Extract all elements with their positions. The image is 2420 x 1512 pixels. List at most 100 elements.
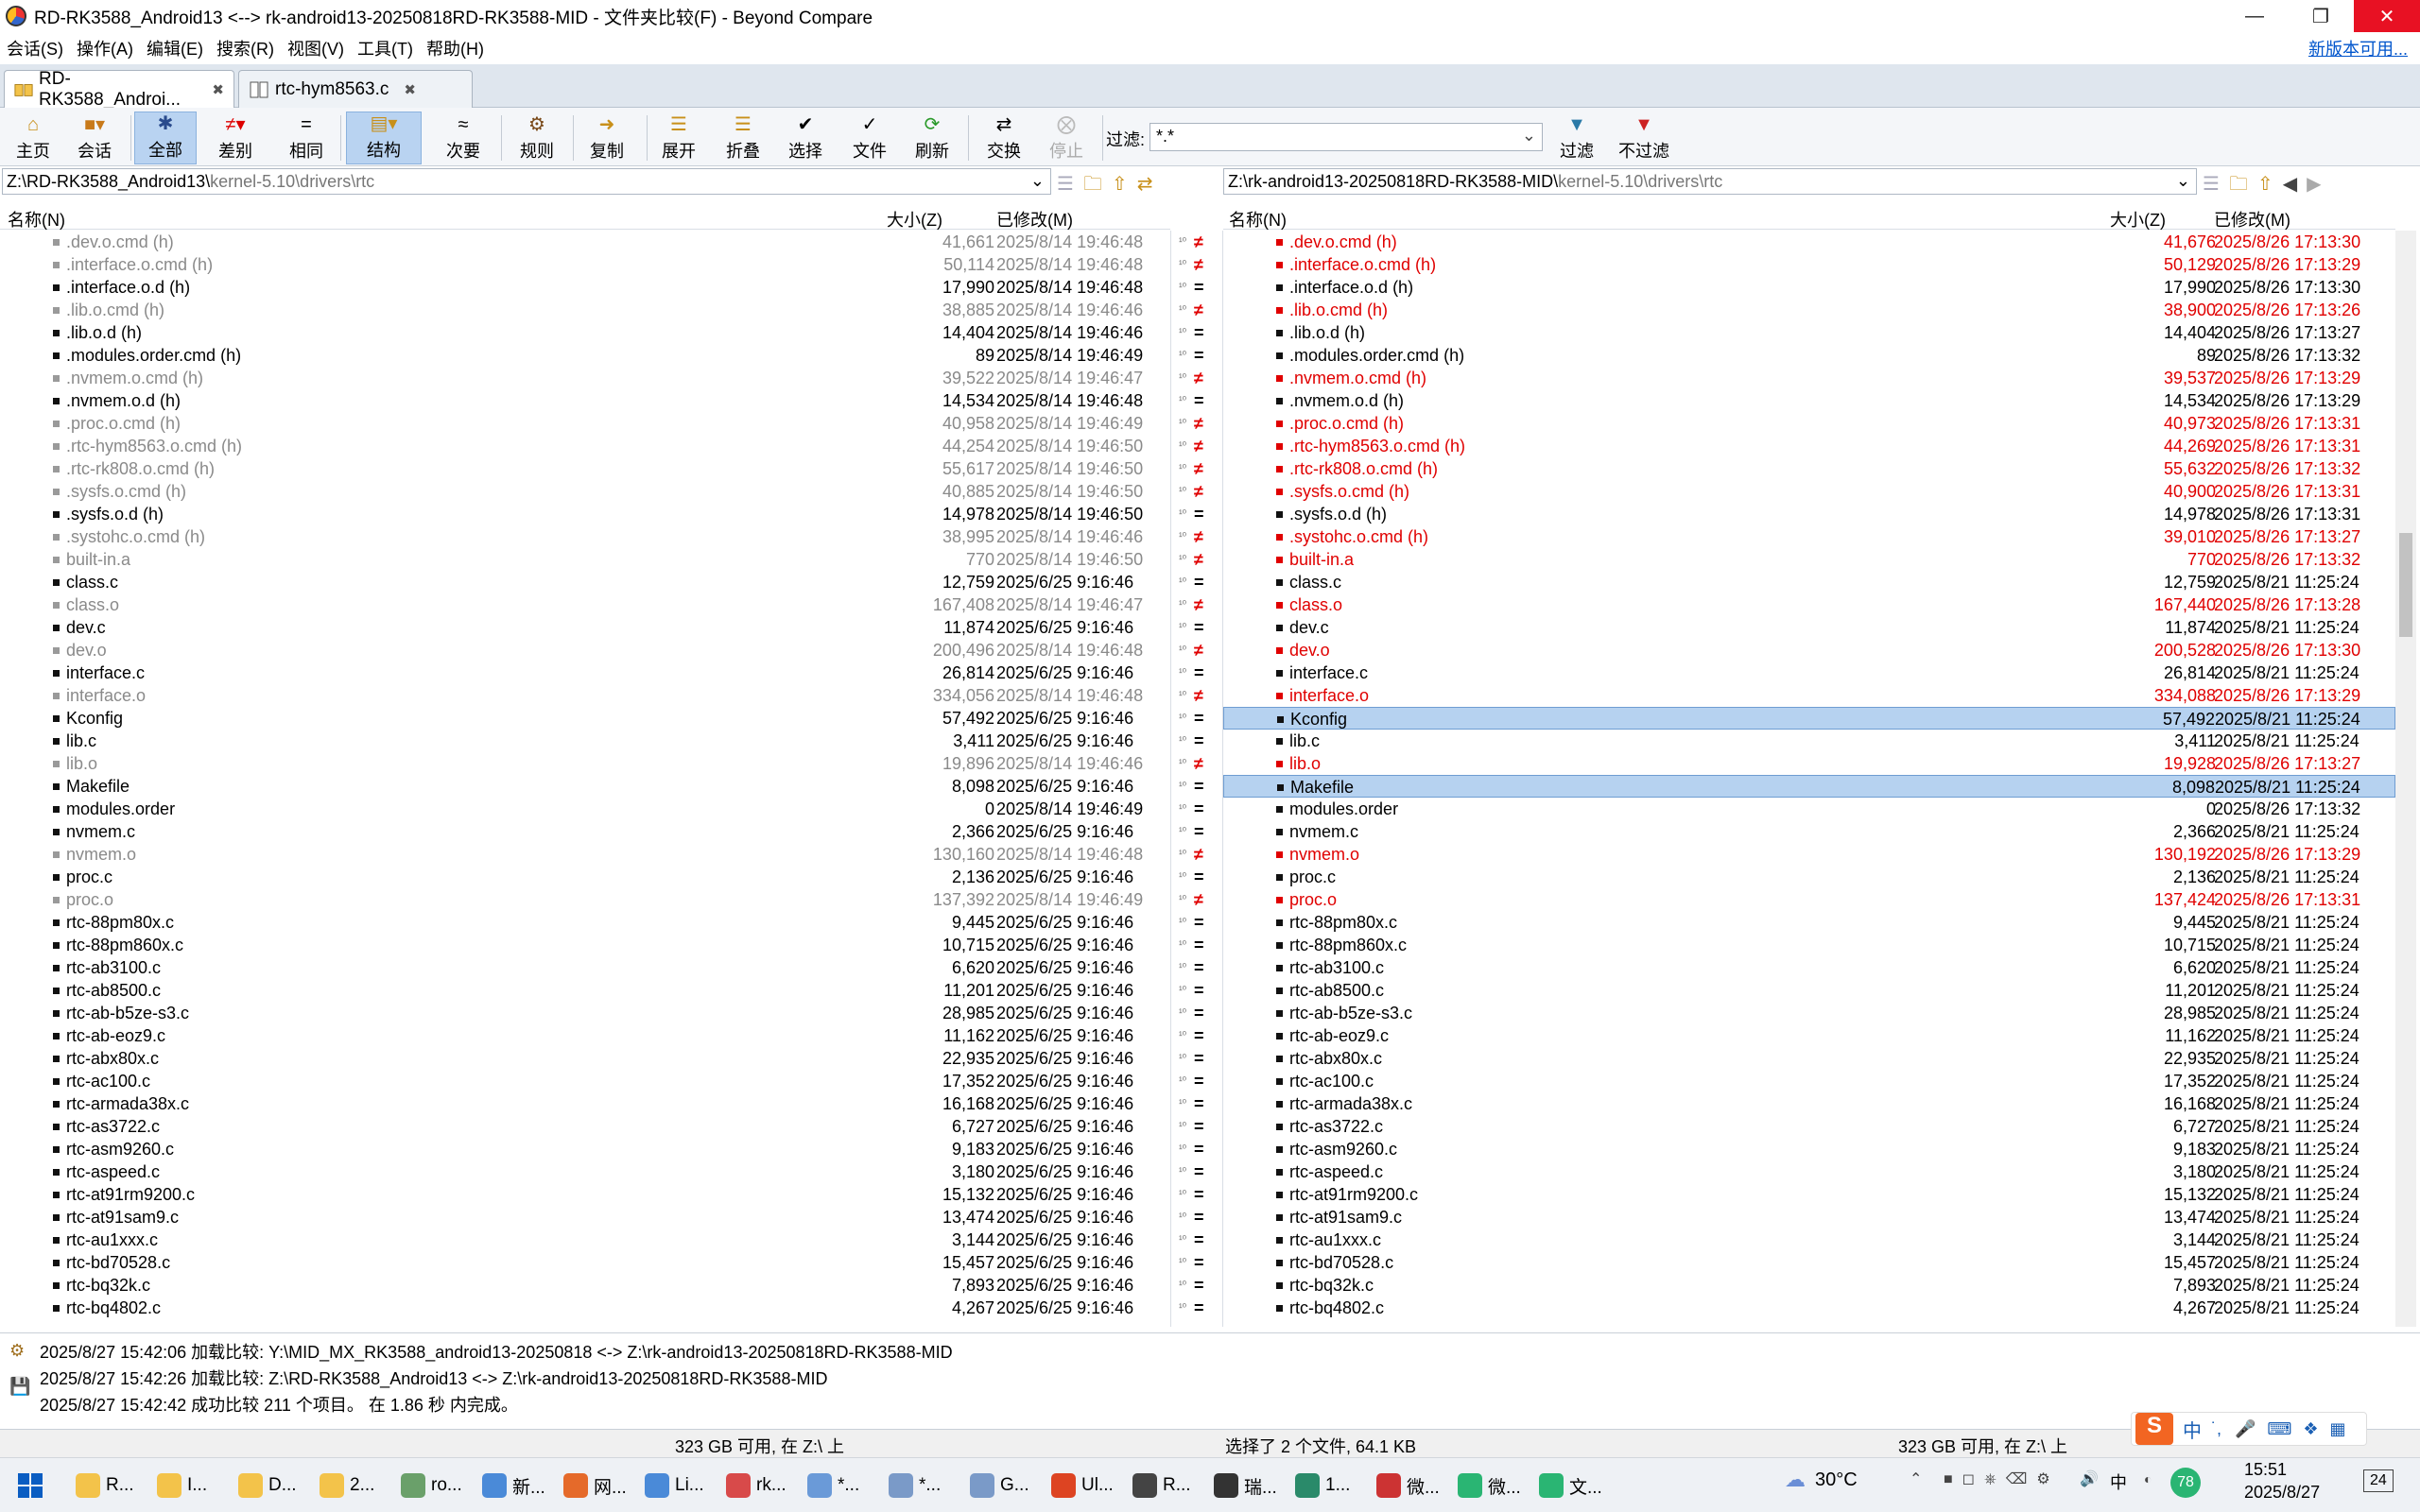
taskbar-app[interactable]: 文... <box>1539 1469 1602 1502</box>
tray-sogou-icon[interactable]: ◐ <box>2144 1471 2152 1486</box>
open-folder-icon[interactable]: 🗀 <box>1083 174 1112 195</box>
file-row[interactable]: rtc-ab8500.c 11,201 2025/8/21 11:25:24 <box>1223 979 2395 1002</box>
ime-toolbar[interactable]: S 中 ˙, 🎤 ⌨ ❖ ▦ <box>2131 1412 2367 1446</box>
file-row[interactable]: proc.c 2,136 2025/8/21 11:25:24 <box>1223 866 2395 888</box>
file-row[interactable]: rtc-88pm860x.c 10,715 2025/6/25 9:16:46 <box>0 934 1170 956</box>
file-row[interactable]: class.c 12,759 2025/6/25 9:16:46 <box>0 571 1170 593</box>
file-row[interactable]: .rtc-rk808.o.cmd (h) 55,617 2025/8/14 19:4… <box>0 457 1170 480</box>
file-row[interactable]: .interface.o.cmd (h) 50,114 2025/8/14 19:4… <box>0 253 1170 276</box>
file-row[interactable]: dev.c 11,874 2025/8/21 11:25:24 <box>1223 616 2395 639</box>
file-row[interactable]: rtc-asm9260.c 9,183 2025/6/25 9:16:46 <box>0 1138 1170 1160</box>
file-row[interactable]: rtc-at91rm9200.c 15,132 2025/8/21 11:25:24 <box>1223 1183 2395 1206</box>
tray-chevron-icon[interactable]: ⌃ <box>1910 1469 1922 1488</box>
file-row[interactable]: rtc-abx80x.c 22,935 2025/6/25 9:16:46 <box>0 1047 1170 1070</box>
col-modified[interactable]: 已修改(M) <box>2214 207 2290 232</box>
file-row[interactable]: interface.o 334,056 2025/8/14 19:46:48 <box>0 684 1170 707</box>
file-row[interactable]: rtc-ab-eoz9.c 11,162 2025/6/25 9:16:46 <box>0 1024 1170 1047</box>
ime-punct-icon[interactable]: ˙, <box>2211 1419 2221 1439</box>
file-row[interactable]: rtc-aspeed.c 3,180 2025/8/21 11:25:24 <box>1223 1160 2395 1183</box>
volume-icon[interactable]: 🔊 <box>2080 1469 2099 1488</box>
file-row[interactable]: .nvmem.o.cmd (h) 39,522 2025/8/14 19:46:47 <box>0 367 1170 389</box>
file-row[interactable]: .sysfs.o.cmd (h) 40,900 2025/8/26 17:13:31 <box>1223 480 2395 503</box>
file-row[interactable]: rtc-bq4802.c 4,267 2025/8/21 11:25:24 <box>1223 1297 2395 1319</box>
file-row[interactable]: dev.o 200,496 2025/8/14 19:46:48 <box>0 639 1170 662</box>
taskbar-app[interactable]: D... <box>238 1469 297 1502</box>
refresh-button[interactable]: ⟳ 刷新 <box>906 112 959 164</box>
file-row[interactable]: .lib.o.d (h) 14,404 2025/8/26 17:13:27 <box>1223 321 2395 344</box>
file-row[interactable]: rtc-bq32k.c 7,893 2025/6/25 9:16:46 <box>0 1274 1170 1297</box>
skin-icon[interactable]: ❖ <box>2303 1419 2318 1439</box>
file-row[interactable]: dev.o 200,528 2025/8/26 17:13:30 <box>1223 639 2395 662</box>
file-row[interactable]: rtc-abx80x.c 22,935 2025/8/21 11:25:24 <box>1223 1047 2395 1070</box>
weather-icon[interactable]: ☁ <box>1785 1468 1806 1492</box>
file-row[interactable]: lib.c 3,411 2025/8/21 11:25:24 <box>1223 730 2395 752</box>
file-row[interactable]: lib.o 19,928 2025/8/26 17:13:27 <box>1223 752 2395 775</box>
file-row[interactable]: .lib.o.d (h) 14,404 2025/8/14 19:46:46 <box>0 321 1170 344</box>
file-row[interactable]: lib.o 19,896 2025/8/14 19:46:46 <box>0 752 1170 775</box>
taskbar-app[interactable]: 瑞... <box>1214 1469 1277 1502</box>
show-diff-button[interactable]: ≠▾ 差别 <box>202 112 268 164</box>
session-button[interactable]: ■▾ 会话 <box>64 112 125 164</box>
file-row[interactable]: proc.c 2,136 2025/6/25 9:16:46 <box>0 866 1170 888</box>
file-row[interactable]: .proc.o.cmd (h) 40,958 2025/8/14 19:46:49 <box>0 412 1170 435</box>
file-row[interactable]: rtc-bq4802.c 4,267 2025/6/25 9:16:46 <box>0 1297 1170 1319</box>
clock-date[interactable]: 2025/8/27 <box>2244 1483 2320 1503</box>
chevron-down-icon[interactable]: ⌄ <box>1030 171 1045 191</box>
taskbar-app[interactable]: 2... <box>320 1469 374 1502</box>
file-row[interactable]: proc.o 137,424 2025/8/26 17:13:31 <box>1223 888 2395 911</box>
select-button[interactable]: ✔ 选择 <box>779 112 832 164</box>
file-row[interactable]: rtc-armada38x.c 16,168 2025/8/21 11:25:24 <box>1223 1092 2395 1115</box>
keyboard-icon[interactable]: ⌨ <box>2267 1419 2291 1439</box>
file-row[interactable]: Makefile 8,098 2025/8/21 11:25:24 <box>1223 775 2395 798</box>
file-row[interactable]: .interface.o.d (h) 17,990 2025/8/14 19:46:… <box>0 276 1170 299</box>
file-row[interactable]: rtc-ac100.c 17,352 2025/6/25 9:16:46 <box>0 1070 1170 1092</box>
taskbar-app[interactable]: ro... <box>401 1469 462 1502</box>
file-row[interactable]: rtc-asm9260.c 9,183 2025/8/21 11:25:24 <box>1223 1138 2395 1160</box>
col-name[interactable]: 名称(N) <box>8 207 65 232</box>
file-row[interactable]: rtc-ac100.c 17,352 2025/8/21 11:25:24 <box>1223 1070 2395 1092</box>
tab-folder-compare[interactable]: RD-RK3588_Androi... ✖ <box>4 69 234 110</box>
taskbar-app[interactable]: R... <box>1132 1469 1191 1502</box>
file-row[interactable]: .lib.o.cmd (h) 38,900 2025/8/26 17:13:26 <box>1223 299 2395 321</box>
log-save-icon[interactable]: 💾 <box>9 1377 30 1397</box>
collapse-button[interactable]: ☰ 折叠 <box>717 112 769 164</box>
tab-text-compare[interactable]: rtc-hym8563.c ✖ <box>238 70 473 108</box>
copy-button[interactable]: ➜ 复制 <box>580 112 633 164</box>
restore-icon[interactable]: ❐ <box>2288 0 2354 32</box>
show-same-button[interactable]: = 相同 <box>280 112 333 164</box>
stop-button[interactable]: ⨂ 停止 <box>1040 112 1093 164</box>
menu-action[interactable]: 操作(A) <box>70 36 140 60</box>
chevron-down-icon[interactable]: ⌄ <box>2176 171 2190 191</box>
tray-badge[interactable]: 78 <box>2170 1468 2201 1498</box>
file-row[interactable]: .interface.o.d (h) 17,990 2025/8/26 17:13:… <box>1223 276 2395 299</box>
file-row[interactable]: .rtc-rk808.o.cmd (h) 55,632 2025/8/26 17:1… <box>1223 457 2395 480</box>
file-row[interactable]: rtc-ab-b5ze-s3.c 28,985 2025/6/25 9:16:46 <box>0 1002 1170 1024</box>
expand-button[interactable]: ☰ 展开 <box>652 112 705 164</box>
files-button[interactable]: ✓ 文件 <box>843 112 896 164</box>
taskbar-app[interactable]: *... <box>807 1469 859 1502</box>
file-row[interactable]: rtc-bd70528.c 15,457 2025/8/21 11:25:24 <box>1223 1251 2395 1274</box>
file-row[interactable]: .dev.o.cmd (h) 41,661 2025/8/14 19:46:48 <box>0 231 1170 253</box>
file-row[interactable]: dev.c 11,874 2025/6/25 9:16:46 <box>0 616 1170 639</box>
chevron-down-icon[interactable]: ⌄ <box>1522 126 1536 146</box>
file-row[interactable]: Kconfig 57,492 2025/6/25 9:16:46 <box>0 707 1170 730</box>
taskbar-app[interactable]: Li... <box>645 1469 704 1502</box>
file-row[interactable]: rtc-88pm860x.c 10,715 2025/8/21 11:25:24 <box>1223 934 2395 956</box>
no-filter-button[interactable]: ▼ 不过滤 <box>1611 112 1677 164</box>
minor-button[interactable]: ≈ 次要 <box>437 112 490 164</box>
col-name[interactable]: 名称(N) <box>1229 207 1287 232</box>
col-size[interactable]: 大小(Z) <box>887 207 942 232</box>
file-row[interactable]: rtc-88pm80x.c 9,445 2025/6/25 9:16:46 <box>0 911 1170 934</box>
filter-button[interactable]: ▼ 过滤 <box>1550 112 1603 164</box>
close-icon[interactable]: ✕ <box>2354 0 2420 32</box>
file-row[interactable]: rtc-ab-b5ze-s3.c 28,985 2025/8/21 11:25:24 <box>1223 1002 2395 1024</box>
file-row[interactable]: class.c 12,759 2025/8/21 11:25:24 <box>1223 571 2395 593</box>
ime-mode[interactable]: 中 <box>2183 1416 2202 1443</box>
file-row[interactable]: .modules.order.cmd (h) 89 2025/8/14 19:46:… <box>0 344 1170 367</box>
vertical-scrollbar[interactable] <box>2395 231 2416 1327</box>
file-row[interactable]: rtc-as3722.c 6,727 2025/6/25 9:16:46 <box>0 1115 1170 1138</box>
file-row[interactable]: rtc-armada38x.c 16,168 2025/6/25 9:16:46 <box>0 1092 1170 1115</box>
file-row[interactable]: .nvmem.o.cmd (h) 39,537 2025/8/26 17:13:29 <box>1223 367 2395 389</box>
ime-indicator[interactable]: 中 <box>2110 1469 2127 1494</box>
bookmark-icon[interactable]: ☰ <box>1057 174 1083 195</box>
